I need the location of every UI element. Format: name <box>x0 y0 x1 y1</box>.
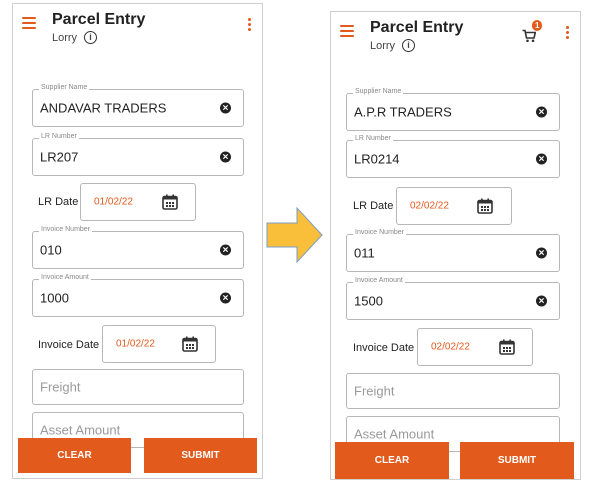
screen-after: Parcel Entry Lorry i 1 Supplier Name A.P… <box>330 11 581 480</box>
freight-placeholder: Freight <box>354 383 395 399</box>
lr-number-value: LR207 <box>40 149 79 165</box>
lr-number-label: LR Number <box>39 133 79 140</box>
clear-circle-icon[interactable]: ✕ <box>536 295 547 307</box>
invoice-date-picker[interactable]: 01/02/22 <box>102 325 216 363</box>
supplier-name-value: A.P.R TRADERS <box>354 104 452 120</box>
clear-circle-icon[interactable]: ✕ <box>536 153 547 165</box>
submit-button[interactable]: SUBMIT <box>460 442 574 479</box>
calendar-icon[interactable] <box>162 194 178 210</box>
asset-amount-placeholder: Asset Amount <box>354 426 435 442</box>
freight-field[interactable]: Freight <box>346 373 560 409</box>
invoice-amount-label: Invoice Amount <box>39 274 91 281</box>
clear-circle-icon[interactable]: ✕ <box>220 244 231 256</box>
page-subtitle: Lorry i <box>370 39 416 52</box>
page-subtitle: Lorry i <box>52 31 98 44</box>
lr-date-picker[interactable]: 02/02/22 <box>396 187 512 225</box>
app-bar: Parcel Entry Lorry i 1 <box>331 12 580 62</box>
supplier-name-label: Supplier Name <box>353 88 404 95</box>
invoice-date-label: Invoice Date <box>353 342 415 354</box>
lr-date-label: LR Date <box>353 200 394 212</box>
lr-number-value: LR0214 <box>354 151 400 167</box>
calendar-icon[interactable] <box>182 336 198 352</box>
cart-count-badge: 1 <box>532 20 543 31</box>
supplier-name-label: Supplier Name <box>39 84 90 91</box>
app-bar: Parcel Entry Lorry i <box>13 4 262 54</box>
arrow-right-icon <box>266 206 323 264</box>
clear-circle-icon[interactable]: ✕ <box>536 247 547 259</box>
cart-button[interactable]: 1 <box>522 20 546 43</box>
asset-amount-placeholder: Asset Amount <box>40 422 121 438</box>
clear-button[interactable]: CLEAR <box>18 438 131 473</box>
clear-button[interactable]: CLEAR <box>335 442 449 479</box>
clear-circle-icon[interactable]: ✕ <box>220 151 231 163</box>
page-title: Parcel Entry <box>370 19 464 36</box>
submit-button[interactable]: SUBMIT <box>144 438 257 473</box>
invoice-date-value: 02/02/22 <box>431 341 470 353</box>
calendar-icon[interactable] <box>477 198 493 214</box>
invoice-amount-field[interactable]: Invoice Amount 1000 ✕ <box>32 274 244 317</box>
more-vert-icon[interactable] <box>566 26 570 41</box>
page-title: Parcel Entry <box>52 11 146 28</box>
lr-date-value: 01/02/22 <box>94 196 133 208</box>
menu-icon[interactable] <box>22 17 36 29</box>
invoice-number-label: Invoice Number <box>353 229 407 236</box>
invoice-number-field[interactable]: Invoice Number 010 ✕ <box>32 226 244 269</box>
more-vert-icon[interactable] <box>248 18 252 33</box>
info-icon[interactable]: i <box>402 39 416 52</box>
invoice-amount-value: 1500 <box>354 293 383 309</box>
clear-circle-icon[interactable]: ✕ <box>536 106 547 118</box>
clear-circle-icon[interactable]: ✕ <box>220 102 231 114</box>
lr-number-field[interactable]: LR Number LR0214 ✕ <box>346 135 560 178</box>
clear-circle-icon[interactable]: ✕ <box>220 292 231 304</box>
invoice-amount-label: Invoice Amount <box>353 277 405 284</box>
invoice-number-value: 010 <box>40 242 62 258</box>
invoice-amount-value: 1000 <box>40 290 69 306</box>
calendar-icon[interactable] <box>499 339 515 355</box>
screen-before: Parcel Entry Lorry i Supplier Name ANDAV… <box>12 3 263 479</box>
invoice-amount-field[interactable]: Invoice Amount 1500 ✕ <box>346 277 560 320</box>
lr-number-field[interactable]: LR Number LR207 ✕ <box>32 133 244 176</box>
vehicle-type-label: Lorry <box>370 39 396 52</box>
invoice-date-value: 01/02/22 <box>116 338 155 350</box>
menu-icon[interactable] <box>340 25 354 37</box>
invoice-number-value: 011 <box>354 245 375 261</box>
freight-field[interactable]: Freight <box>32 369 244 405</box>
lr-number-label: LR Number <box>353 135 393 142</box>
lr-date-picker[interactable]: 01/02/22 <box>80 183 196 221</box>
invoice-date-picker[interactable]: 02/02/22 <box>417 328 533 366</box>
info-icon[interactable]: i <box>84 31 98 44</box>
invoice-date-label: Invoice Date <box>38 339 100 351</box>
supplier-name-field[interactable]: Supplier Name ANDAVAR TRADERS ✕ <box>32 84 244 127</box>
invoice-number-label: Invoice Number <box>39 226 93 233</box>
freight-placeholder: Freight <box>40 379 81 395</box>
supplier-name-value: ANDAVAR TRADERS <box>40 100 167 116</box>
lr-date-value: 02/02/22 <box>410 200 449 212</box>
lr-date-label: LR Date <box>38 196 79 208</box>
vehicle-type-label: Lorry <box>52 31 78 44</box>
cart-icon <box>522 29 536 43</box>
invoice-number-field[interactable]: Invoice Number 011 ✕ <box>346 229 560 272</box>
supplier-name-field[interactable]: Supplier Name A.P.R TRADERS ✕ <box>346 88 560 131</box>
